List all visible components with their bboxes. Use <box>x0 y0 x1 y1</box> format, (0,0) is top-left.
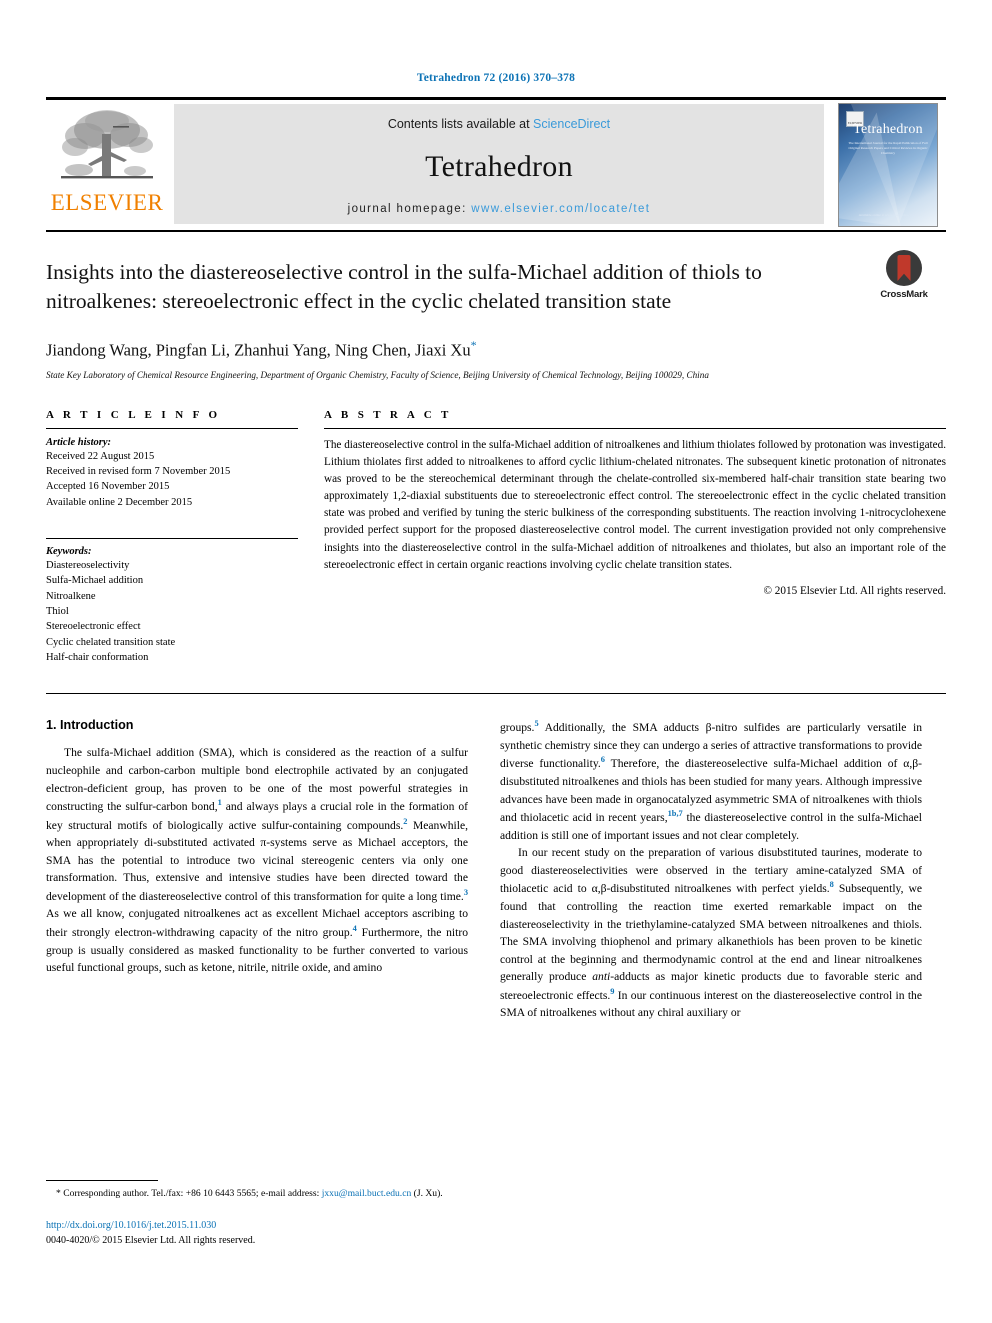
cover-title: Tetrahedron <box>853 122 923 137</box>
journal-homepage-line: journal homepage: www.elsevier.com/locat… <box>348 203 651 215</box>
body-top-rule <box>46 693 946 695</box>
article-history-label: Article history: <box>46 436 112 448</box>
author-list: Jiandong Wang, Pingfan Li, Zhanhui Yang,… <box>46 338 946 361</box>
crossmark-icon <box>886 250 922 286</box>
info-abstract-region: A R T I C L E I N F O Article history: R… <box>46 409 946 666</box>
affiliation: State Key Laboratory of Chemical Resourc… <box>46 369 709 380</box>
journal-title: Tetrahedron <box>425 150 573 183</box>
footnote-rule <box>46 1180 158 1181</box>
abstract-copyright: © 2015 Elsevier Ltd. All rights reserved… <box>763 584 947 597</box>
running-head: Tetrahedron 72 (2016) 370–378 <box>416 72 576 84</box>
abstract-rule <box>324 427 946 429</box>
keyword-item: Stereoelectronic effect <box>46 621 141 633</box>
keyword-item: Nitroalkene <box>46 590 96 602</box>
section-heading-introduction: 1. Introduction <box>46 718 134 733</box>
text-run-italic: anti <box>592 970 611 984</box>
history-item: Received 22 August 2015 <box>46 450 155 462</box>
doi-link[interactable]: http://dx.doi.org/10.1016/j.tet.2015.11.… <box>46 1218 468 1233</box>
keyword-item: Half-chair conformation <box>46 652 149 664</box>
sciencedirect-link[interactable]: ScienceDirect <box>533 117 610 131</box>
text-run: (J. Xu). <box>411 1188 443 1199</box>
keywords-label: Keywords: <box>46 546 92 558</box>
issn-copyright-line: 0040-4020/© 2015 Elsevier Ltd. All right… <box>46 1235 256 1247</box>
cover-footer-text: Available online at www.sciencedirect.co… <box>858 212 918 217</box>
abstract-heading: A B S T R A C T <box>324 408 452 421</box>
corresponding-author-footnote: * Corresponding author. Tel./fax: +86 10… <box>46 1187 468 1201</box>
contents-prefix: Contents lists available at <box>387 117 534 131</box>
article-info-column: A R T I C L E I N F O Article history: R… <box>46 409 298 666</box>
body-column-left: 1. Introduction The sulfa-Michael additi… <box>46 718 468 1022</box>
reference-marker[interactable]: 3 <box>464 888 468 897</box>
history-item: Available online 2 December 2015 <box>46 496 193 508</box>
journal-cover-thumbnail: ELSEVIER Tetrahedron The International J… <box>830 100 946 230</box>
crossmark-badge[interactable]: CrossMark <box>862 250 946 300</box>
email-link[interactable]: jxxu@mail.buct.edu.cn <box>322 1188 412 1199</box>
paragraph-intro-left: The sulfa-Michael addition (SMA), which … <box>46 744 468 976</box>
keywords-rule <box>46 538 298 540</box>
keyword-item: Sulfa-Michael addition <box>46 575 144 587</box>
text-run: Subsequently, we found that controlling … <box>500 882 923 984</box>
paragraph-intro-right-2: In our recent study on the preparation o… <box>500 844 922 1022</box>
article-info-heading: A R T I C L E I N F O <box>46 408 221 421</box>
body-column-right: groups.5 Additionally, the SMA adducts β… <box>500 718 922 1022</box>
abstract-column: A B S T R A C T The diastereoselective c… <box>324 409 946 666</box>
journal-article-page: Tetrahedron 72 (2016) 370–378 ELSEVIER C… <box>0 0 992 1323</box>
keyword-item: Thiol <box>46 606 69 618</box>
text-run: groups. <box>500 721 535 735</box>
elsevier-tree-icon <box>61 110 153 179</box>
abstract-text: The diastereoselective control in the su… <box>324 438 946 571</box>
text-run: Corresponding author. Tel./fax: +86 10 6… <box>60 1188 322 1199</box>
article-info-rule <box>46 427 298 429</box>
history-item: Received in revised form 7 November 2015 <box>46 466 231 478</box>
cover-image: ELSEVIER Tetrahedron The International J… <box>838 103 938 227</box>
authors-names: Jiandong Wang, Pingfan Li, Zhanhui Yang,… <box>46 340 471 360</box>
contents-available-line: Contents lists available at ScienceDirec… <box>388 117 610 131</box>
elsevier-logo: ELSEVIER <box>46 100 168 230</box>
crossmark-label: CrossMark <box>880 289 928 300</box>
history-item: Accepted 16 November 2015 <box>46 481 170 493</box>
elsevier-wordmark: ELSEVIER <box>50 190 164 215</box>
keywords-block: Keywords: Diastereoselectivity Sulfa-Mic… <box>46 538 298 665</box>
article-header: Insights into the diastereoselective con… <box>46 232 946 383</box>
footnote-region: * Corresponding author. Tel./fax: +86 10… <box>46 1180 468 1248</box>
cover-subtitle: The International Journal for the Rapid … <box>848 141 928 156</box>
doi-block: http://dx.doi.org/10.1016/j.tet.2015.11.… <box>46 1218 468 1248</box>
journal-homepage-link[interactable]: www.elsevier.com/locate/tet <box>471 203 650 215</box>
body-columns: 1. Introduction The sulfa-Michael additi… <box>46 718 946 1022</box>
keyword-item: Diastereoselectivity <box>46 560 130 572</box>
keyword-item: Cyclic chelated transition state <box>46 636 176 648</box>
journal-masthead: ELSEVIER Contents lists available at Sci… <box>46 97 946 230</box>
article-title: Insights into the diastereoselective con… <box>46 260 762 314</box>
corresponding-author-marker[interactable]: * <box>471 338 477 352</box>
reference-marker[interactable]: 1b,7 <box>668 809 683 818</box>
paragraph-intro-right-1: groups.5 Additionally, the SMA adducts β… <box>500 718 922 844</box>
homepage-prefix: journal homepage: <box>347 203 472 215</box>
journal-banner: Contents lists available at ScienceDirec… <box>174 104 824 224</box>
